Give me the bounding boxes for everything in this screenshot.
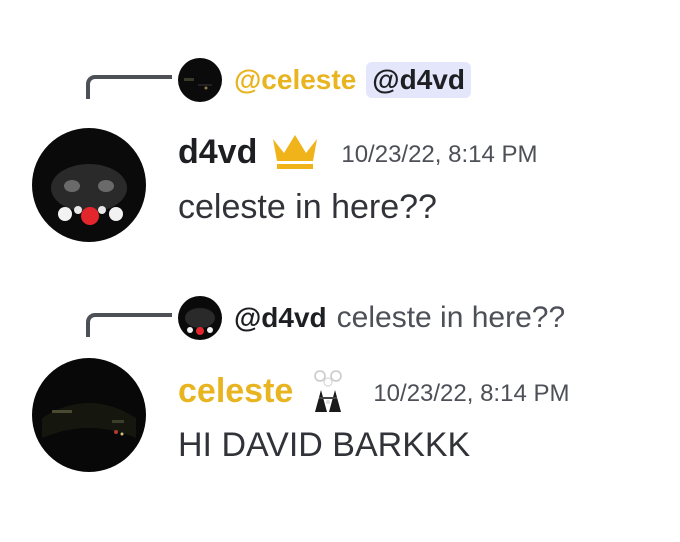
custom-badge-icon: [314, 370, 343, 412]
timestamp[interactable]: 10/23/22, 8:14 PM: [373, 380, 569, 408]
message-1: @celeste @d4vd d4vd 10/23/22, 8:14 PM ce…: [0, 52, 680, 252]
message-content: celeste in here??: [178, 188, 437, 226]
reply-mention[interactable]: @d4vd: [366, 62, 471, 98]
crown-icon: [273, 135, 318, 169]
message-content: HI DAVID BARKKK: [178, 426, 471, 464]
avatar-d4vd[interactable]: [32, 128, 146, 242]
username[interactable]: celeste: [178, 372, 293, 411]
message-2: @d4vd celeste in here?? celeste 10/23/22…: [0, 290, 680, 510]
timestamp[interactable]: 10/23/22, 8:14 PM: [341, 141, 537, 169]
reply-author[interactable]: @d4vd: [234, 302, 327, 334]
reply-connector: [86, 313, 172, 337]
reply-author[interactable]: @celeste: [234, 64, 356, 96]
avatar-celeste[interactable]: [32, 358, 146, 472]
reply-preview[interactable]: @d4vd celeste in here??: [178, 296, 565, 340]
username[interactable]: d4vd: [178, 133, 257, 172]
reply-connector: [86, 75, 172, 99]
message-header: celeste 10/23/22, 8:14 PM: [178, 368, 569, 414]
message-header: d4vd 10/23/22, 8:14 PM: [178, 128, 538, 176]
reply-avatar-d4vd[interactable]: [178, 296, 222, 340]
reply-text[interactable]: celeste in here??: [337, 301, 566, 335]
reply-avatar-celeste[interactable]: [178, 58, 222, 102]
reply-preview[interactable]: @celeste @d4vd: [178, 58, 471, 102]
